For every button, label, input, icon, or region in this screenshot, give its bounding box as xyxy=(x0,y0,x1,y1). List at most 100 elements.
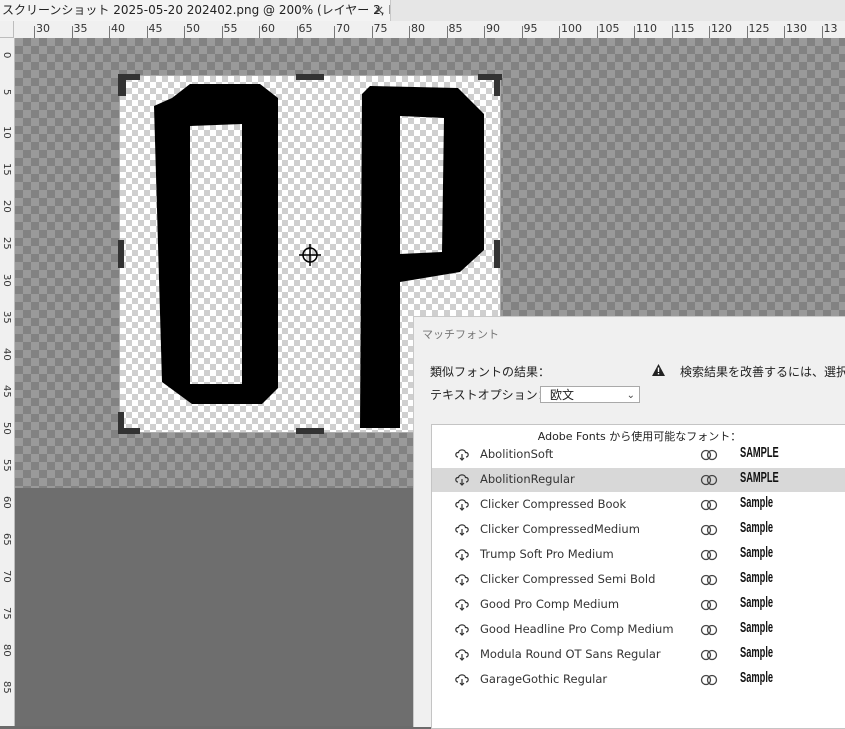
ruler-tick-label: 75 xyxy=(1,607,12,620)
letter-o-shape xyxy=(154,84,278,404)
creative-cloud-icon xyxy=(700,574,718,586)
handle-bottom-center[interactable] xyxy=(296,428,324,434)
ruler-tick-label: 70 xyxy=(336,22,350,35)
match-font-dialog: マッチフォント 類似フォントの結果： 検索結果を改善するには、選択 テキストオプ… xyxy=(413,316,845,729)
cloud-download-icon[interactable] xyxy=(454,622,470,636)
handle-top-left-h[interactable] xyxy=(118,74,140,80)
ruler-tick-label: 15 xyxy=(1,163,12,176)
ruler-tick-label: 115 xyxy=(673,22,695,35)
font-sample-preview: Sample xyxy=(740,569,774,586)
cloud-download-icon[interactable] xyxy=(454,572,470,586)
font-list-header: Adobe Fonts から使用可能なフォント： xyxy=(537,430,742,443)
ruler-tick-mark xyxy=(184,26,185,38)
font-name: Good Headline Pro Comp Medium xyxy=(480,622,674,636)
ruler-tick-mark xyxy=(559,26,560,38)
cloud-download-icon[interactable] xyxy=(454,672,470,686)
ruler-tick-mark xyxy=(671,26,673,38)
font-row[interactable]: AbolitionSoft SAMPLE xyxy=(432,443,845,467)
cloud-download-icon[interactable] xyxy=(454,472,470,486)
font-row[interactable]: GarageGothic Regular Sample xyxy=(432,668,845,692)
document-tab-title: スクリーンショット 2025-05-20 202402.png @ 200% (… xyxy=(2,3,390,17)
ruler-tick-label: 20 xyxy=(1,200,12,213)
font-row[interactable]: Modula Round OT Sans Regular Sample xyxy=(432,643,845,667)
ruler-tick-mark xyxy=(259,26,260,38)
ruler-origin[interactable] xyxy=(0,21,14,38)
font-name: Clicker Compressed Book xyxy=(480,497,627,511)
creative-cloud-icon xyxy=(700,449,718,461)
handle-top-right-v[interactable] xyxy=(494,74,500,96)
ruler-tick-label: 95 xyxy=(523,22,538,35)
ruler-tick-label: 30 xyxy=(1,274,12,287)
font-name: Trump Soft Pro Medium xyxy=(480,547,614,561)
font-name: AbolitionSoft xyxy=(480,447,554,461)
text-option-label: テキストオプション： xyxy=(430,388,550,402)
ruler-tick-mark xyxy=(71,26,73,38)
ruler-tick-label: 13 xyxy=(823,22,838,35)
chevron-down-icon: ⌄ xyxy=(626,390,635,401)
cloud-download-icon[interactable] xyxy=(454,447,470,461)
ruler-tick-mark xyxy=(221,26,223,38)
creative-cloud-icon xyxy=(700,649,718,661)
cloud-download-icon[interactable] xyxy=(454,597,470,611)
ruler-tick-label: 70 xyxy=(1,570,12,583)
cloud-download-icon[interactable] xyxy=(454,497,470,511)
handle-middle-left[interactable] xyxy=(118,240,124,268)
ruler-tick-label: 85 xyxy=(448,22,463,35)
similar-fonts-label: 類似フォントの結果： xyxy=(430,365,551,379)
font-sample-preview: SAMPLE xyxy=(740,469,779,486)
ruler-tick-label: 75 xyxy=(373,22,388,35)
font-row[interactable]: Trump Soft Pro Medium Sample xyxy=(432,543,845,567)
dialog-title: マッチフォント xyxy=(422,328,499,341)
document-tab[interactable]: スクリーンショット 2025-05-20 202402.png @ 200% (… xyxy=(0,0,391,21)
ruler-tick-label: 65 xyxy=(298,22,313,35)
horizontal-ruler[interactable]: 30 35 40 45 50 55 60 65 70 75 80 85 90 95 100 105 110 115… xyxy=(14,21,845,39)
text-option-select[interactable]: 欧文 ⌄ xyxy=(540,386,640,403)
creative-cloud-icon xyxy=(700,524,718,536)
ruler-tick-label: 55 xyxy=(1,459,12,472)
font-row[interactable]: Good Headline Pro Comp Medium Sample xyxy=(432,618,845,642)
ruler-tick-mark xyxy=(484,26,485,38)
ruler-tick-label: 60 xyxy=(261,22,275,35)
handle-bottom-left-h[interactable] xyxy=(118,428,140,434)
ruler-tick-label: 60 xyxy=(1,496,12,509)
ruler-tick-label: 5 xyxy=(1,89,12,96)
font-name: AbolitionRegular xyxy=(480,472,575,486)
ruler-tick-mark xyxy=(784,26,785,38)
cloud-download-icon[interactable] xyxy=(454,547,470,561)
ruler-tick-mark xyxy=(409,26,410,38)
ruler-tick-mark xyxy=(634,26,635,38)
ruler-tick-mark xyxy=(521,26,523,38)
ruler-tick-label: 25 xyxy=(1,237,12,250)
ruler-tick-label: 100 xyxy=(561,22,582,35)
cloud-download-icon[interactable] xyxy=(454,522,470,536)
close-tab-icon[interactable]: × xyxy=(374,0,384,21)
ruler-tick-label: 110 xyxy=(636,22,657,35)
vertical-ruler[interactable]: 0 5 10 15 20 25 30 35 40 45 50 55 60 65 70 75 80 85 xyxy=(0,38,15,726)
creative-cloud-icon xyxy=(700,549,718,561)
font-row[interactable]: Clicker Compressed Book Sample xyxy=(432,493,845,517)
ruler-tick-label: 130 xyxy=(786,22,807,35)
cloud-download-icon[interactable] xyxy=(454,647,470,661)
ruler-tick-label: 40 xyxy=(111,22,125,35)
font-name: Good Pro Comp Medium xyxy=(480,597,620,611)
ruler-tick-label: 35 xyxy=(1,311,12,324)
document-tab-bar: スクリーンショット 2025-05-20 202402.png @ 200% (… xyxy=(0,0,845,22)
font-row[interactable]: AbolitionRegular SAMPLE xyxy=(432,468,845,492)
font-row[interactable]: Clicker Compressed Semi Bold Sample xyxy=(432,568,845,592)
ruler-tick-mark xyxy=(596,26,598,38)
warning-icon xyxy=(652,364,665,376)
font-row[interactable]: Clicker CompressedMedium Sample xyxy=(432,518,845,542)
font-name: GarageGothic Regular xyxy=(480,672,608,686)
font-results-list[interactable]: Adobe Fonts から使用可能なフォント： AbolitionSoft SA… xyxy=(431,424,845,729)
font-sample-preview: SAMPLE xyxy=(740,444,779,461)
handle-top-center[interactable] xyxy=(296,74,324,80)
font-row[interactable]: Good Pro Comp Medium Sample xyxy=(432,593,845,617)
ruler-tick-label: 85 xyxy=(1,681,12,694)
ruler-tick-label: 45 xyxy=(1,385,12,398)
ruler-tick-mark xyxy=(371,26,373,38)
handle-middle-right[interactable] xyxy=(494,240,500,268)
font-sample-preview: Sample xyxy=(740,594,774,611)
font-sample-preview: Sample xyxy=(740,494,774,511)
ruler-tick-mark xyxy=(334,26,335,38)
ruler-tick-label: 45 xyxy=(148,22,163,35)
